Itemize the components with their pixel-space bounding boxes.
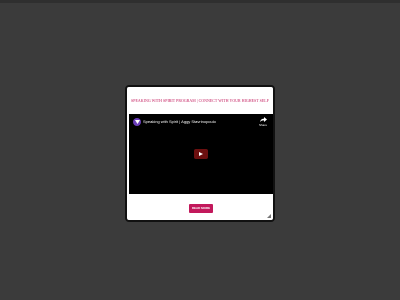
video-title[interactable]: Speaking with Spirit | Aggy Stavrinopoul… (143, 119, 216, 124)
video-player[interactable]: Speaking with Spirit | Aggy Stavrinopoul… (129, 114, 273, 194)
share-icon (259, 117, 267, 122)
share-button[interactable]: Share (258, 117, 268, 127)
play-icon (199, 152, 203, 156)
read-more-button[interactable]: Read more (189, 204, 213, 213)
share-label: Share (258, 123, 267, 127)
modal-heading: Speaking with Spirit Program | Connect w… (131, 99, 269, 103)
top-bar (0, 0, 400, 3)
play-button[interactable] (194, 149, 208, 159)
video-modal: Speaking with Spirit Program | Connect w… (125, 85, 275, 222)
resize-icon (267, 214, 271, 218)
channel-logo-icon[interactable] (133, 118, 141, 126)
